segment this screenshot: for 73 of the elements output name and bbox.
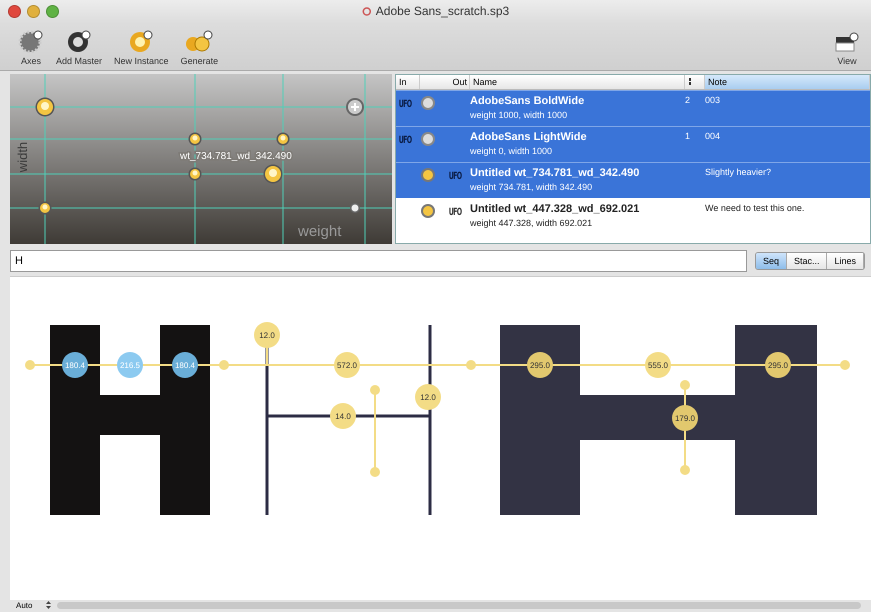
measurement-bubble: 180.4 — [62, 352, 88, 378]
minimize-button[interactable] — [27, 4, 40, 18]
master-coordinates: weight 0, width 1000 — [470, 146, 554, 156]
instance-point[interactable] — [188, 167, 202, 180]
measurement-bubble: 295.0 — [527, 352, 553, 378]
view-icon — [835, 30, 859, 53]
close-button[interactable] — [8, 4, 21, 18]
table-row[interactable]: UFO AdobeSans BoldWide weight 1000, width 1000 2 003 — [396, 90, 870, 126]
measurement-bubble: 572.0 — [334, 352, 360, 378]
master-name: AdobeSans LightWide — [470, 130, 588, 143]
master-name: Untitled wt_734.781_wd_342.490 — [470, 166, 640, 179]
instance-point[interactable] — [264, 164, 282, 184]
stepper-icon — [46, 601, 52, 610]
measurement-bubble: 12.0 — [415, 384, 441, 410]
toolbar-button[interactable]: New Instance — [110, 28, 173, 66]
note-text: Slightly heavier? — [705, 166, 772, 177]
zoom-dropdown[interactable]: Auto — [16, 601, 52, 610]
ufo-tag: UFO — [398, 98, 412, 110]
master-dot-icon — [420, 166, 436, 183]
instance-point[interactable] — [36, 97, 54, 116]
add-master-icon — [66, 28, 92, 53]
master-coordinates: weight 734.781, width 342.490 — [470, 182, 594, 192]
master-count: 1 — [685, 130, 692, 141]
column-header[interactable]: In — [396, 74, 420, 89]
text-input-field[interactable]: H — [10, 250, 747, 272]
master-name: Untitled wt_447.328_wd_692.021 — [470, 202, 640, 215]
master-dot-icon — [420, 94, 436, 111]
column-header[interactable]: Note — [705, 74, 870, 89]
window-title: Adobe Sans_scratch.sp3 — [376, 4, 510, 18]
view-mode-tab[interactable]: Seq — [756, 252, 787, 269]
instance-point[interactable] — [38, 201, 52, 214]
view-button[interactable]: View — [831, 30, 863, 66]
master-point[interactable] — [350, 202, 360, 213]
view-mode-tab[interactable]: Lines — [827, 252, 864, 269]
column-header[interactable]: Out — [420, 74, 470, 89]
scrollbar[interactable] — [57, 602, 861, 610]
master-coordinates: weight 1000, width 1000 — [470, 110, 568, 120]
note-text: 003 — [705, 94, 722, 105]
measurement-bubble: 216.5 — [117, 352, 143, 378]
gear-icon — [18, 28, 44, 53]
table-row[interactable]: UFO Untitled wt_734.781_wd_342.490 weight 734.781, width 342.490 Slightly heavier? — [396, 162, 870, 198]
measurement-bubble: 14.0 — [330, 402, 356, 429]
add-point-icon[interactable] — [346, 98, 364, 116]
toolbar-button[interactable]: Add Master — [52, 28, 106, 66]
measurement-bubble: 12.0 — [254, 322, 280, 348]
ufo-tag: UFO — [448, 206, 462, 218]
note-text: We need to test this one. — [705, 202, 806, 213]
measurement-bubble: 555.0 — [645, 352, 671, 378]
ufo-tag: UFO — [448, 170, 462, 182]
measurement-bubble: 180.4 — [172, 352, 198, 378]
sort-icon — [688, 77, 692, 86]
toolbar-button[interactable]: Axes — [14, 28, 48, 66]
master-coordinates: weight 447.328, width 692.021 — [470, 218, 594, 228]
table-row[interactable]: UFO AdobeSans LightWide weight 0, width 1000 1 004 — [396, 126, 870, 162]
master-dot-icon — [420, 130, 436, 147]
instance-point[interactable] — [188, 132, 202, 146]
instance-point[interactable] — [276, 132, 290, 146]
generate-icon — [184, 28, 214, 53]
note-text: 004 — [705, 130, 722, 141]
ufo-tag: UFO — [398, 134, 412, 146]
axis-label: width — [15, 142, 30, 172]
measurement-bubble: 295.0 — [765, 352, 791, 378]
toolbar-button[interactable]: Generate — [176, 28, 222, 66]
document-icon — [362, 6, 371, 16]
master-count: 2 — [685, 94, 692, 105]
zoom-button[interactable] — [46, 4, 59, 18]
add-instance-icon — [128, 28, 154, 53]
measurement-bubble: 179.0 — [672, 404, 698, 431]
view-mode-tab[interactable]: Stac... — [786, 252, 828, 269]
master-dot-icon — [420, 202, 436, 219]
master-name: AdobeSans BoldWide — [470, 94, 586, 107]
axis-label: weight — [298, 222, 342, 240]
column-header[interactable]: Name — [470, 74, 685, 89]
